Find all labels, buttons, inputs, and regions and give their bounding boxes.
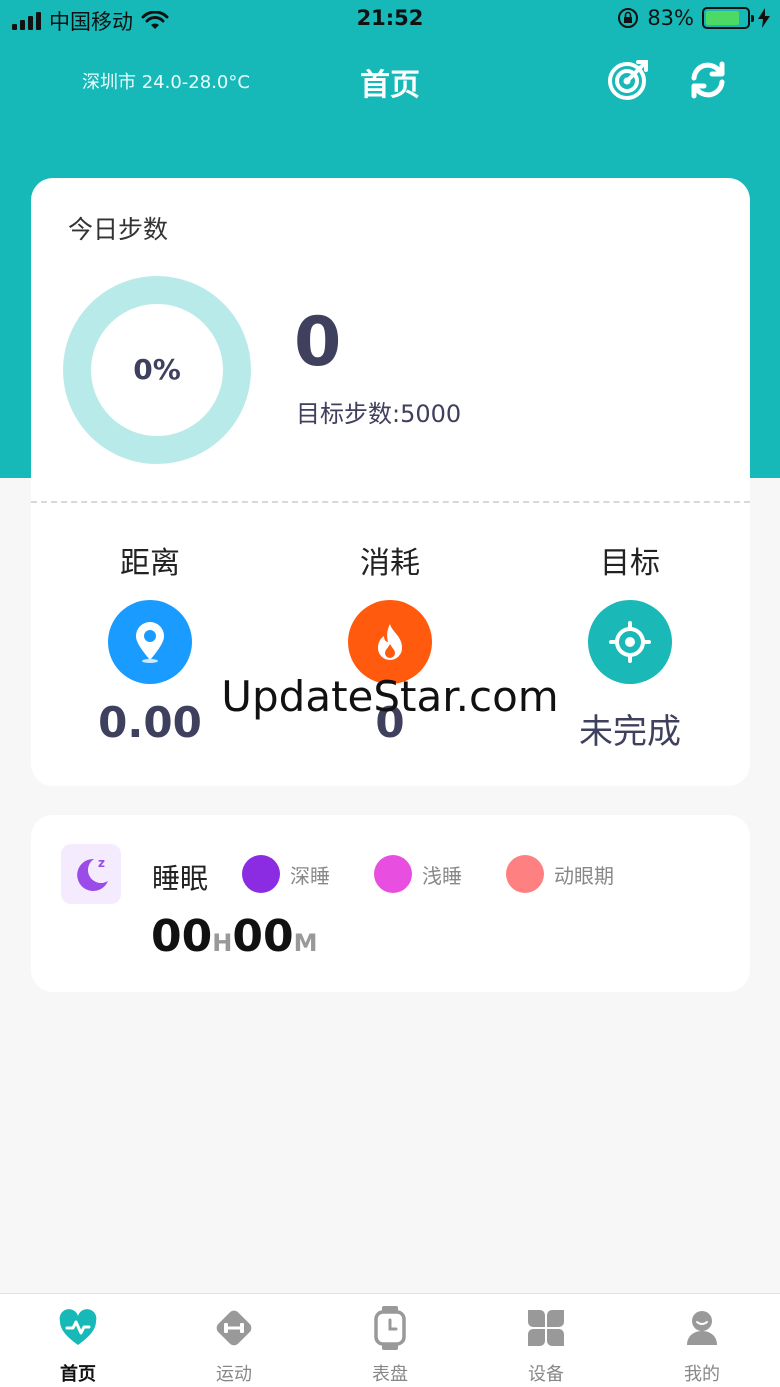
stat-distance[interactable]: 距离 0.00 <box>30 538 270 747</box>
tab-home[interactable]: 首页 <box>0 1294 156 1387</box>
heart-pulse-icon <box>58 1308 98 1348</box>
moon-icon: z <box>61 844 121 904</box>
sleep-hours: 00 <box>151 911 213 962</box>
stat-distance-value: 0.00 <box>98 698 202 747</box>
dashed-divider <box>31 501 750 503</box>
tab-label: 我的 <box>684 1364 720 1385</box>
stat-goal-label: 目标 <box>600 546 660 581</box>
tab-label: 表盘 <box>372 1364 408 1385</box>
location-pin-icon <box>108 600 192 684</box>
legend-light-sleep: 浅睡 <box>374 855 462 893</box>
status-bar: 中国移动 21:52 83% <box>0 0 780 40</box>
target-icon <box>588 600 672 684</box>
clover-icon <box>526 1308 566 1348</box>
sleep-minutes-unit: M <box>293 929 318 957</box>
steps-percent: 0% <box>133 353 181 386</box>
legend-label: 浅睡 <box>422 863 462 888</box>
battery-icon <box>702 7 754 29</box>
watch-icon <box>370 1306 410 1350</box>
legend-dot <box>374 855 412 893</box>
target-icon[interactable] <box>606 58 650 102</box>
tab-label: 设备 <box>528 1364 564 1385</box>
sleep-minutes: 00 <box>232 911 294 962</box>
tab-device[interactable]: 设备 <box>468 1294 624 1387</box>
legend-dot <box>506 855 544 893</box>
stat-calories-value: 0 <box>375 698 405 747</box>
tab-profile[interactable]: 我的 <box>624 1294 780 1387</box>
tab-bar: 首页 运动 表盘 设备 我的 <box>0 1293 780 1387</box>
tab-label: 运动 <box>216 1364 252 1385</box>
dumbbell-icon <box>214 1308 254 1348</box>
stat-calories[interactable]: 消耗 0 <box>270 538 510 747</box>
status-right: 83% <box>617 6 770 30</box>
battery-percent: 83% <box>647 6 694 30</box>
sleep-duration: 00H00M <box>151 911 317 962</box>
tab-sport[interactable]: 运动 <box>156 1294 312 1387</box>
sync-icon[interactable] <box>686 58 730 102</box>
stat-calories-label: 消耗 <box>360 546 420 581</box>
tab-watchface[interactable]: 表盘 <box>312 1294 468 1387</box>
svg-text:z: z <box>98 856 105 870</box>
legend-label: 深睡 <box>290 863 330 888</box>
sleep-hours-unit: H <box>212 929 233 957</box>
steps-count: 0 <box>294 303 342 382</box>
legend-dot <box>242 855 280 893</box>
stat-distance-label: 距离 <box>120 546 180 581</box>
user-icon <box>682 1308 722 1348</box>
stat-goal-value: 未完成 <box>579 712 681 752</box>
orientation-lock-icon <box>618 8 639 28</box>
steps-goal: 目标步数:5000 <box>296 400 462 428</box>
steps-label: 今日步数 <box>68 215 169 244</box>
sleep-card[interactable]: z 睡眠 深睡 浅睡 动眼期 00H00M <box>31 815 750 992</box>
steps-card[interactable]: 今日步数 0% 0 目标步数:5000 距离 0.00 消耗 0 目标 未完成 <box>31 178 750 786</box>
charging-bolt-icon <box>758 8 770 28</box>
stat-goal[interactable]: 目标 未完成 <box>510 538 750 753</box>
legend-rem: 动眼期 <box>506 855 614 893</box>
flame-icon <box>348 600 432 684</box>
page-title: 首页 <box>360 68 420 103</box>
tab-label: 首页 <box>60 1364 96 1385</box>
legend-label: 动眼期 <box>554 863 614 888</box>
sleep-label: 睡眠 <box>152 862 209 895</box>
legend-deep-sleep: 深睡 <box>242 855 330 893</box>
